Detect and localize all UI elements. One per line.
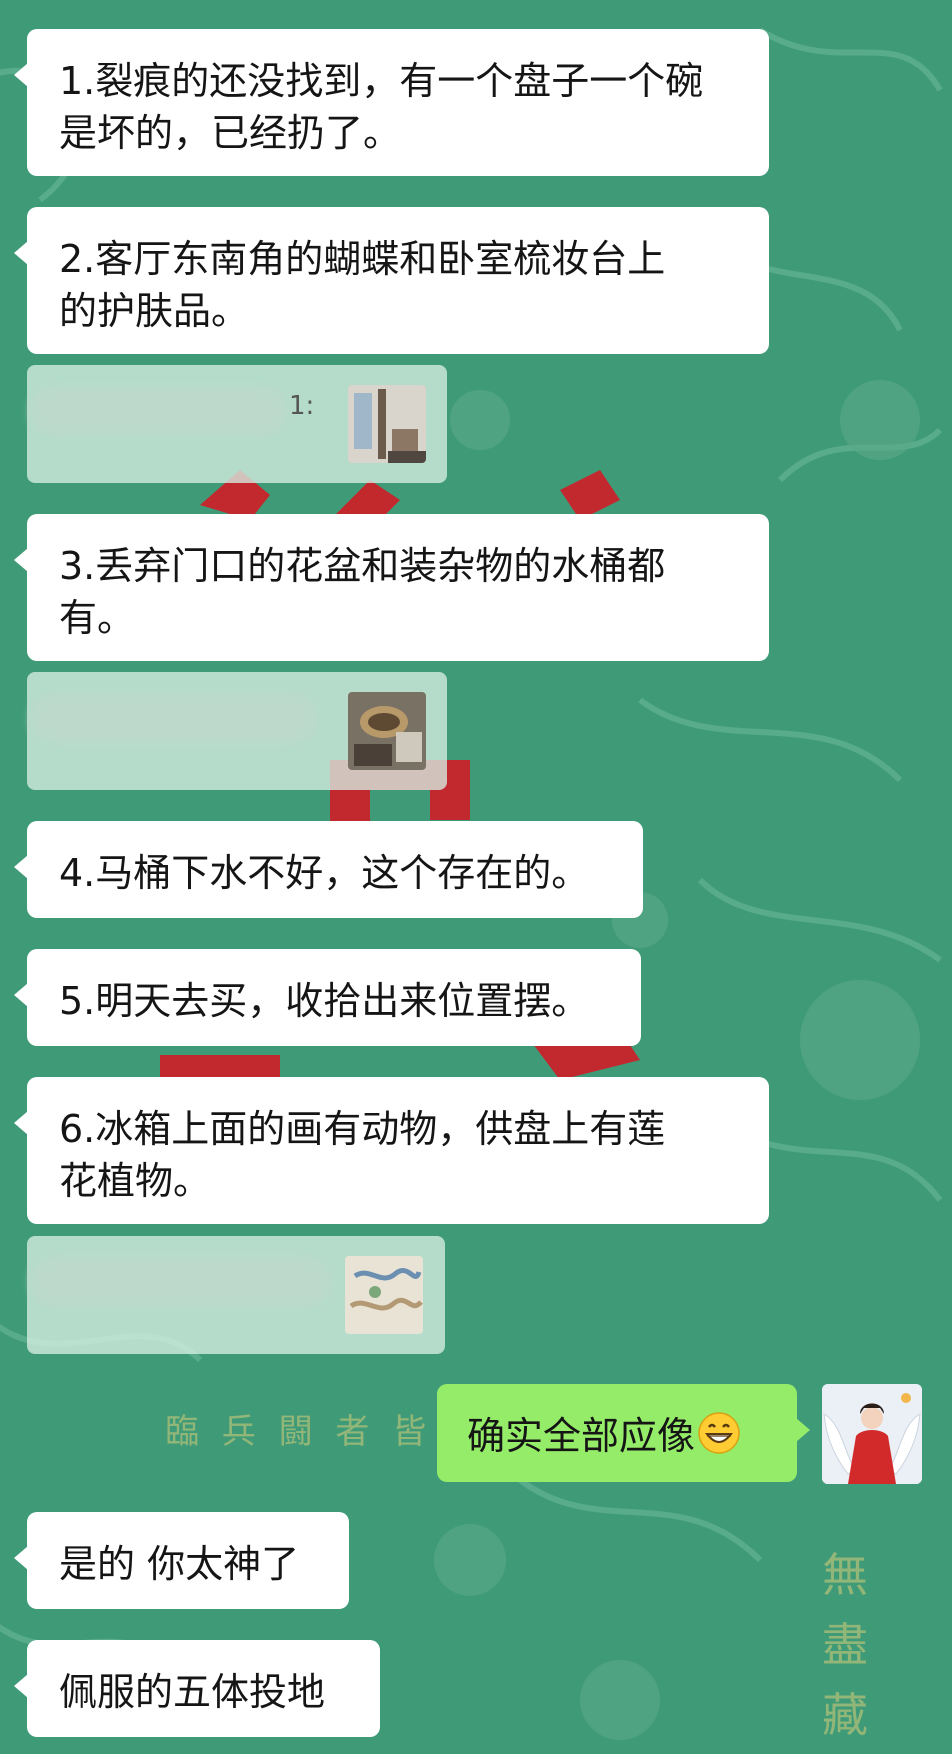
message-text: 5.明天去买，收拾出来位置摆。 (59, 979, 590, 1023)
painting-thumbnail[interactable] (345, 1256, 423, 1334)
blurred-sender-name (31, 387, 287, 435)
message-text-line: 3.丢弃门口的花盆和装杂物的水桶都 (59, 544, 666, 588)
sent-message-bubble[interactable]: 确实全部应像 (437, 1384, 810, 1482)
room-corner-photo-icon (348, 385, 426, 463)
flowerpot-photo-icon (348, 692, 426, 770)
message-text: 4.马桶下水不好，这个存在的。 (59, 851, 590, 895)
blurred-sender-name (31, 694, 317, 742)
message-text: 佩服的五体投地 (59, 1670, 326, 1714)
room-corner-thumbnail[interactable] (348, 385, 426, 463)
message-text-line: 6.冰箱上面的画有动物，供盘上有莲 (59, 1107, 666, 1151)
user-avatar[interactable] (822, 1384, 922, 1484)
message-text: 确实全部应像 (467, 1414, 696, 1458)
message-text-line: 有。 (59, 596, 136, 640)
message-text-line: 1.裂痕的还没找到，有一个盘子一个碗 (59, 59, 704, 103)
painting-photo-icon (345, 1256, 423, 1334)
message-bubble-6[interactable]: 6.冰箱上面的画有动物，供盘上有莲 花植物。 (14, 1077, 769, 1224)
message-text: 是的 你太神了 (59, 1542, 300, 1586)
message-bubble-1[interactable]: 1.裂痕的还没找到，有一个盘子一个碗 是坏的，已经扔了。 (14, 29, 769, 176)
blurred-sender-name (31, 1258, 331, 1306)
message-text-line: 是坏的，已经扔了。 (59, 111, 402, 155)
quoted-message-3[interactable] (27, 1236, 445, 1354)
message-bubble-3[interactable]: 3.丢弃门口的花盆和装杂物的水桶都 有。 (14, 514, 769, 661)
quoted-message-2[interactable] (27, 672, 447, 790)
message-bubble-5[interactable]: 5.明天去买，收拾出来位置摆。 (14, 949, 641, 1046)
message-bubble-8[interactable]: 佩服的五体投地 (14, 1640, 380, 1737)
grinning-face-icon (697, 1411, 741, 1468)
flowerpot-thumbnail[interactable] (348, 692, 426, 770)
message-bubble-4[interactable]: 4.马桶下水不好，这个存在的。 (14, 821, 643, 918)
background-calligraphy-line: 臨 兵 闘 者 皆 (165, 1412, 433, 1452)
message-bubble-7[interactable]: 是的 你太神了 (14, 1512, 349, 1609)
avatar-image (822, 1384, 922, 1484)
message-text-line: 2.客厅东南角的蝴蝶和卧室梳妆台上 (59, 237, 666, 281)
background-vertical-calligraphy: 無盡藏 (822, 1548, 868, 1742)
message-text-line: 的护肤品。 (59, 289, 250, 333)
message-text-line: 花植物。 (59, 1159, 212, 1203)
quoted-message-1[interactable]: 1: (27, 365, 447, 483)
message-bubble-2[interactable]: 2.客厅东南角的蝴蝶和卧室梳妆台上 的护肤品。 (14, 207, 769, 354)
quote-colon: 1: (289, 391, 315, 421)
